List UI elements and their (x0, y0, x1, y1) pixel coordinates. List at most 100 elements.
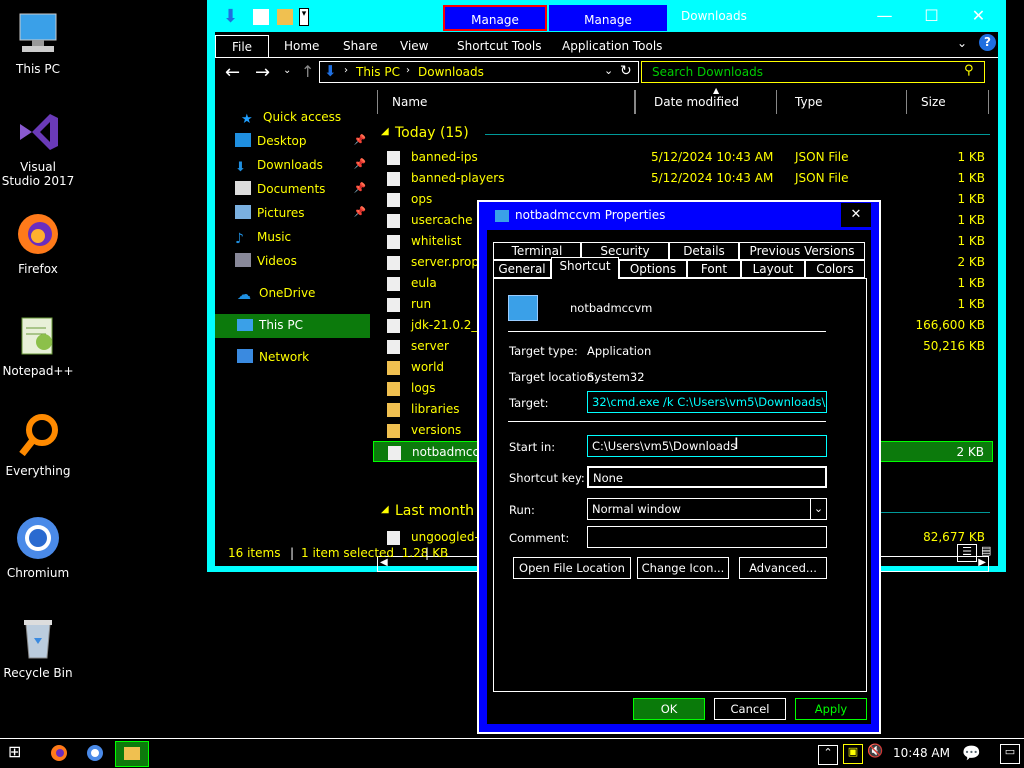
breadcrumb-this-pc[interactable]: This PC (356, 65, 400, 79)
breadcrumb-downloads[interactable]: Downloads (418, 65, 484, 79)
tab-view[interactable]: View (400, 35, 428, 57)
nav-quick-access[interactable]: ★ Quick access (241, 106, 341, 128)
address-dropdown-icon[interactable]: ⌄ (604, 64, 613, 77)
tab-shortcut[interactable]: Shortcut (551, 257, 619, 279)
open-file-location-button[interactable]: Open File Location (513, 557, 631, 579)
tab-manage-application[interactable]: Manage (549, 5, 667, 31)
file-explorer-taskbar-icon[interactable] (115, 741, 149, 767)
nav-onedrive[interactable]: ☁ OneDrive (237, 282, 315, 304)
close-button[interactable]: ✕ (955, 0, 1002, 31)
nav-network[interactable]: Network (237, 346, 309, 368)
chevron-up-icon[interactable]: ⌃ (818, 745, 838, 765)
pin-icon[interactable]: 📌 (354, 202, 366, 224)
file-size: 1 KB (957, 213, 985, 227)
nav-videos[interactable]: Videos (235, 250, 297, 272)
tab-layout[interactable]: Layout (741, 260, 805, 278)
run-select[interactable]: Normal window ⌄ (587, 498, 827, 520)
collapse-icon[interactable]: ◢ (381, 504, 389, 515)
chromium-taskbar-icon[interactable] (82, 742, 108, 766)
shortcut-key-field[interactable]: None (587, 466, 827, 488)
details-view-icon[interactable]: ☰ (957, 544, 977, 562)
tab-general[interactable]: General (493, 260, 551, 278)
firefox-taskbar-icon[interactable] (46, 742, 72, 766)
pin-icon[interactable]: 📌 (354, 130, 366, 152)
cancel-button[interactable]: Cancel (714, 698, 786, 720)
magnifier-icon (14, 412, 62, 460)
clock[interactable]: 10:48 AM (893, 746, 950, 760)
comment-field[interactable] (587, 526, 827, 548)
tab-file[interactable]: File (215, 35, 269, 57)
properties-icon[interactable] (253, 9, 269, 25)
target-field[interactable]: 32\cmd.exe /k C:\Users\vm5\Downloads\run… (587, 391, 827, 413)
tab-manage-shortcut[interactable]: Manage (443, 5, 547, 31)
column-header-type[interactable]: Type (777, 90, 907, 114)
collapse-icon[interactable]: ◢ (381, 126, 389, 137)
apply-button[interactable]: Apply (795, 698, 867, 720)
tab-options[interactable]: Options (619, 260, 687, 278)
tab-shortcut-tools[interactable]: Shortcut Tools (457, 35, 542, 57)
group-today[interactable]: Today (15) (395, 125, 469, 141)
column-header-name[interactable]: Name (377, 90, 635, 114)
show-desktop-icon[interactable]: ▭ (1000, 744, 1020, 764)
chevron-down-icon[interactable]: ⌄ (957, 36, 967, 50)
nav-this-pc[interactable]: This PC (215, 314, 370, 338)
nav-downloads[interactable]: ⬇ Downloads 📌 (235, 154, 370, 176)
tab-share[interactable]: Share (343, 35, 378, 57)
desktop-icon-everything[interactable]: Everything (0, 412, 76, 478)
back-arrow-icon[interactable]: ← (225, 62, 240, 83)
advanced-button[interactable]: Advanced... (739, 557, 827, 579)
nav-pictures[interactable]: Pictures 📌 (235, 202, 370, 224)
folder-icon[interactable] (277, 9, 293, 25)
tab-home[interactable]: Home (284, 35, 319, 57)
desktop-icon-recycle-bin[interactable]: Recycle Bin (0, 614, 76, 680)
nav-documents[interactable]: Documents 📌 (235, 178, 370, 200)
arrow-down-icon: ⬇ (223, 6, 239, 27)
file-icon (388, 446, 401, 460)
file-icon (387, 256, 400, 270)
file-icon (387, 193, 400, 207)
ok-button[interactable]: OK (633, 698, 705, 720)
file-row[interactable]: banned-ips 5/12/2024 10:43 AM JSON File 1 K… (373, 147, 993, 168)
dialog-close-button[interactable]: ✕ (841, 203, 871, 227)
desktop-icon-chromium[interactable]: Chromium (0, 514, 76, 580)
desktop-icon-this-pc[interactable]: This PC (0, 10, 76, 76)
tab-application-tools[interactable]: Application Tools (562, 35, 662, 57)
chevron-down-icon[interactable]: ⌄ (810, 499, 826, 519)
forward-arrow-icon[interactable]: → (255, 62, 270, 83)
nav-label: Downloads (257, 158, 323, 172)
maximize-button[interactable]: ☐ (908, 0, 955, 31)
recent-dropdown-icon[interactable]: ⌄ (283, 65, 291, 76)
volume-muted-icon[interactable]: 🔇 (867, 744, 883, 759)
desktop-icon-visual-studio[interactable]: Visual Studio 2017 (0, 108, 76, 188)
nav-music[interactable]: ♪ Music (235, 226, 291, 248)
tab-previous-versions[interactable]: Previous Versions (739, 242, 865, 260)
network-tray-icon[interactable]: ▣ (843, 744, 863, 764)
desktop-icon-firefox[interactable]: Firefox (0, 210, 76, 276)
text-cursor-icon: Ⅰ (734, 434, 739, 453)
refresh-icon[interactable]: ↻ (620, 63, 632, 79)
change-icon-button[interactable]: Change Icon... (637, 557, 729, 579)
large-icons-view-icon[interactable]: ▤ (981, 544, 997, 560)
pin-icon[interactable]: 📌 (354, 154, 366, 176)
tab-colors[interactable]: Colors (805, 260, 865, 278)
status-item-count: 16 items (228, 546, 281, 560)
tab-font[interactable]: Font (687, 260, 741, 278)
start-in-field[interactable]: C:\Users\vm5\Downloads (587, 435, 827, 457)
file-row[interactable]: banned-players 5/12/2024 10:43 AM JSON Fil… (373, 168, 993, 189)
column-header-date[interactable]: Date modified (635, 90, 777, 114)
desktop-icon-notepadpp[interactable]: Notepad++ (0, 312, 76, 378)
file-name: whitelist (411, 234, 462, 248)
tab-details[interactable]: Details (669, 242, 739, 260)
windows-start-icon[interactable]: ⊞ (8, 742, 34, 766)
up-arrow-icon[interactable]: ↑ (301, 62, 314, 81)
dropdown-icon[interactable]: ▾ (299, 8, 309, 26)
nav-desktop[interactable]: Desktop 📌 (235, 130, 370, 152)
minimize-button[interactable]: — (861, 0, 908, 31)
search-input[interactable]: Search Downloads ⚲ (641, 61, 985, 83)
desktop-icon-label: This PC (16, 62, 60, 76)
notification-icon[interactable]: 💬 (962, 744, 981, 762)
pin-icon[interactable]: 📌 (354, 178, 366, 200)
help-icon[interactable]: ? (979, 34, 996, 51)
address-bar[interactable]: ⬇ › This PC › Downloads ⌄ ↻ (319, 61, 639, 83)
column-header-size[interactable]: Size (907, 90, 989, 114)
